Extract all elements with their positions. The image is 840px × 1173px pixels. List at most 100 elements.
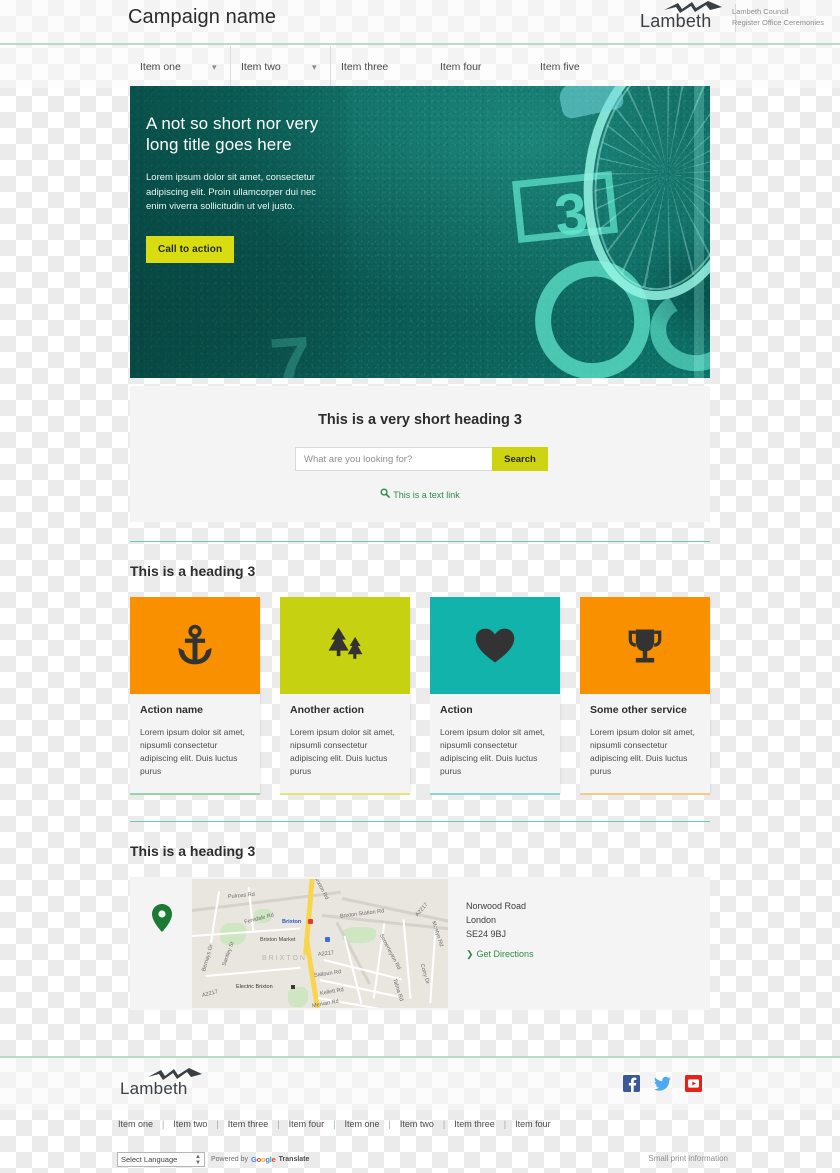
map-park-d <box>288 987 308 1007</box>
footer-link-5[interactable]: Item one <box>344 1119 379 1129</box>
card-body-2: Lorem ipsum dolor sit amet, nipsumli con… <box>290 727 395 776</box>
card-underline-4 <box>580 793 710 795</box>
card-title-2: Another action <box>290 704 365 716</box>
map-section-heading: This is a heading 3 <box>130 843 256 859</box>
footer-lambeth-wordmark: Lambeth <box>120 1079 188 1098</box>
footer-link-8[interactable]: Item four <box>515 1119 551 1129</box>
get-directions-label: Get Directions <box>476 949 534 959</box>
footer-link-3[interactable]: Item three <box>228 1119 269 1129</box>
footer-separator: | <box>333 1119 336 1129</box>
facebook-icon[interactable] <box>623 1075 640 1092</box>
card-tile-2 <box>280 597 410 694</box>
card-underline-2 <box>280 793 410 795</box>
card-some-other-service[interactable]: Some other service Lorem ipsum dolor sit… <box>580 597 710 795</box>
language-select-label: Select Language <box>121 1155 178 1164</box>
nav-item-one-label: Item one <box>140 61 181 73</box>
stepper-arrows-icon: ▲ ▼ <box>195 1153 201 1166</box>
trophy-icon <box>628 629 662 662</box>
site-footer: Lambeth <box>0 1058 840 1110</box>
footer-separator: | <box>216 1119 219 1129</box>
footer-separator: | <box>162 1119 165 1129</box>
campaign-name: Campaign name <box>128 6 277 28</box>
call-to-action-button[interactable]: Call to action <box>146 235 235 263</box>
page-root: Campaign name Lambeth Lambeth Council Re… <box>0 0 840 1173</box>
nav-items: Item one ▾ Item two ▾ Item three Item fo… <box>130 46 720 88</box>
map-label-brixton-market: Brixton Market <box>260 937 296 943</box>
search-icon <box>380 488 391 498</box>
section-divider-2 <box>130 821 710 822</box>
footer-separator: | <box>442 1119 446 1129</box>
footer-lambeth-logo[interactable]: Lambeth <box>118 1068 214 1104</box>
brand-subtitle-line1: Lambeth Council <box>732 7 789 16</box>
footer-separator: | <box>388 1119 391 1129</box>
language-select[interactable]: Select Language ▲ ▼ <box>117 1152 205 1167</box>
location-panel: Pulross Rd Ferndale Rd Brixton Station R… <box>130 877 710 1010</box>
card-tile-1 <box>130 597 260 694</box>
card-title-3: Action <box>440 704 473 716</box>
search-panel: This is a very short heading 3 Search Th… <box>130 386 710 522</box>
card-body-1: Lorem ipsum dolor sit amet, nipsumli con… <box>140 727 245 776</box>
card-title-4: Some other service <box>590 704 687 716</box>
map-thumbnail[interactable]: Pulross Rd Ferndale Rd Brixton Station R… <box>192 879 448 1008</box>
social-links <box>623 1075 702 1092</box>
anchor-icon <box>178 624 212 664</box>
primary-navigation: Item one ▾ Item two ▾ Item three Item fo… <box>0 46 840 88</box>
card-underline-3 <box>430 793 560 795</box>
translate-label: Translate <box>278 1156 310 1163</box>
nav-item-two-label: Item two <box>241 61 281 73</box>
search-button[interactable]: Search <box>492 447 548 471</box>
search-input[interactable] <box>295 447 492 471</box>
map-pin-icon <box>152 904 172 932</box>
google-translate-widget: Select Language ▲ ▼ Powered by Google Tra… <box>117 1152 309 1167</box>
header-bottom-rule <box>0 43 840 45</box>
footer-link-1[interactable]: Item one <box>118 1119 153 1129</box>
search-text-link-row: This is a text link <box>130 488 710 500</box>
footer-separator: | <box>503 1119 507 1129</box>
footer-link-2[interactable]: Item two <box>173 1119 207 1129</box>
lambeth-wordmark: Lambeth <box>640 11 712 31</box>
card-underline-1 <box>130 793 260 795</box>
powered-by-label: Powered by <box>211 1156 248 1163</box>
card-another-action[interactable]: Another action Lorem ipsum dolor sit ame… <box>280 597 410 795</box>
site-header: Campaign name Lambeth Lambeth Council Re… <box>0 0 840 44</box>
card-action[interactable]: Action Lorem ipsum dolor sit amet, nipsu… <box>430 597 560 795</box>
map-marker-electric-brixton <box>291 985 295 989</box>
map-label-brixton-area: BRIXTON <box>262 955 307 962</box>
footer-link-6[interactable]: Item two <box>400 1119 434 1129</box>
card-body-3: Lorem ipsum dolor sit amet, nipsumli con… <box>440 727 545 776</box>
card-body-4: Lorem ipsum dolor sit amet, nipsumli con… <box>590 727 695 776</box>
heart-icon <box>475 628 515 662</box>
chevron-down-icon[interactable]: ▾ <box>312 46 317 88</box>
cards-section-heading: This is a heading 3 <box>130 563 256 579</box>
footer-link-7[interactable]: Item three <box>454 1119 495 1129</box>
nav-item-four[interactable]: Item four <box>430 46 530 88</box>
card-tile-3 <box>430 597 560 694</box>
google-logo: Google <box>250 1155 276 1164</box>
address-line-2: London <box>466 915 497 925</box>
map-label-electric-brixton: Electric Brixton <box>236 984 273 990</box>
lambeth-logo[interactable]: Lambeth <box>634 0 730 40</box>
search-text-link[interactable]: This is a text link <box>393 490 460 500</box>
get-directions-link[interactable]: ❯ Get Directions <box>466 949 534 960</box>
chevron-right-icon: ❯ <box>466 949 474 959</box>
hero-content: A not so short nor very long title goes … <box>146 113 336 263</box>
trees-icon <box>328 627 363 659</box>
brand-subtitle: Lambeth Council Register Office Ceremoni… <box>732 6 832 28</box>
nav-item-five[interactable]: Item five <box>530 46 630 88</box>
address-line-1: Norwood Road <box>466 901 527 911</box>
hero-body-text: Lorem ipsum dolor sit amet, consectetur … <box>146 172 317 212</box>
footer-link-4[interactable]: Item four <box>289 1119 325 1129</box>
hero-banner: 3 7 A not so short nor very long title g… <box>130 86 710 378</box>
youtube-icon[interactable] <box>685 1075 702 1092</box>
small-print-information: Small print information <box>648 1154 728 1163</box>
nav-item-three[interactable]: Item three <box>330 46 430 88</box>
footer-separator: | <box>277 1119 280 1129</box>
powered-by-google-translate: Powered by Google Translate <box>211 1155 309 1164</box>
address-line-3: SE24 9BJ <box>466 929 507 939</box>
nav-item-four-label: Item four <box>440 61 482 73</box>
map-marker-brixton-station <box>308 919 313 924</box>
chevron-down-icon[interactable]: ▾ <box>212 46 217 88</box>
twitter-icon[interactable] <box>654 1075 671 1092</box>
footer-link-list: Item one | Item two | Item three | Item … <box>118 1119 551 1129</box>
card-action-name[interactable]: Action name Lorem ipsum dolor sit amet, … <box>130 597 260 795</box>
